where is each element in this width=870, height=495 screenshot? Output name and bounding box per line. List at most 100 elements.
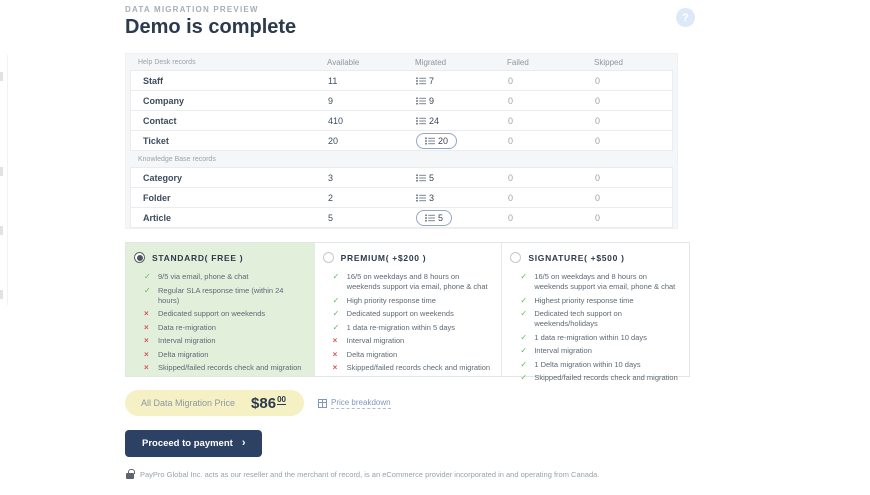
failed-count: 0: [508, 172, 514, 183]
plan-feature: × Delta migration: [144, 350, 306, 360]
feature-text: Dedicated support on weekends: [158, 309, 266, 318]
table-row: Contact 410 24 0 0: [130, 111, 673, 131]
table-row: Staff 11 7 0 0: [130, 71, 673, 91]
migrated-list-icon: [425, 137, 435, 144]
plan-radio[interactable]: [510, 252, 522, 263]
feature-text: Dedicated tech support on weekends/holid…: [534, 309, 622, 328]
migrated-records-link[interactable]: 5: [416, 209, 453, 226]
migrated-records-link[interactable]: 20: [416, 132, 458, 149]
skipped-count: 0: [595, 192, 601, 203]
available-count: 410: [328, 115, 344, 126]
feature-text: Dedicated support on weekends: [346, 309, 454, 318]
migrated-count: 5: [438, 212, 444, 223]
eyebrow-label: DATA MIGRATION PREVIEW: [125, 5, 259, 14]
question-icon: ?: [682, 11, 689, 24]
plan-feature: ✓ Regular SLA response time (within 24 h…: [144, 286, 306, 306]
feature-text: Skipped/failed records check and migrati…: [158, 363, 302, 372]
left-edge-tick: [0, 290, 3, 299]
plan-feature: ✓ High priority response time: [333, 296, 494, 306]
migrated-count: 9: [429, 95, 435, 106]
plan-header[interactable]: SIGNATURE( +$500 ): [510, 252, 681, 263]
feature-text: 1 data re-migration within 5 days: [346, 322, 456, 332]
migrated-count: 3: [429, 192, 435, 203]
plan-name: SIGNATURE( +$500 ): [528, 252, 625, 263]
data-migration-preview-page: DATA MIGRATION PREVIEW Demo is complete …: [0, 0, 870, 495]
table-row: Category 3 5 0 0: [130, 168, 673, 188]
main-content: DATA MIGRATION PREVIEW Demo is complete …: [125, 5, 695, 479]
plan-card: SIGNATURE( +$500 ) ✓ 16/5 on weekdays an…: [501, 243, 689, 382]
feature-text: Regular SLA response time (within 24 hou…: [158, 285, 284, 305]
migrated-records-link[interactable]: 7: [416, 76, 434, 86]
left-edge-tick: [0, 167, 3, 176]
feature-text: Delta migration: [346, 349, 398, 359]
migrated-cell: 20: [416, 132, 508, 150]
record-type-label: Ticket: [143, 135, 169, 146]
price-row: All Data Migration Price $8600 Price bre…: [125, 390, 690, 416]
plan-header[interactable]: STANDARD( FREE ): [134, 252, 306, 263]
price-amount: $8600: [251, 394, 286, 412]
table-row: Article 5 5 0 0: [130, 208, 673, 228]
migrated-cell: 5: [416, 169, 508, 187]
migrated-records-link[interactable]: 3: [416, 193, 434, 203]
cross-icon: ×: [144, 322, 149, 332]
table-row: Folder 2 3 0 0: [130, 188, 673, 208]
chevron-right-icon: ›: [241, 437, 246, 449]
plan-feature: ✓ 1 Delta migration within 10 days: [520, 360, 681, 370]
price-breakdown-link[interactable]: Price breakdown: [317, 397, 391, 409]
plan-feature: ✓ Interval migration: [520, 346, 681, 356]
record-type-label: Contact: [143, 115, 177, 126]
migrated-records-link[interactable]: 9: [416, 96, 434, 106]
plan-feature: × Interval migration: [144, 336, 306, 346]
price-label: All Data Migration Price: [141, 398, 236, 408]
available-count: 9: [328, 95, 334, 106]
feature-text: 1 data re-migration within 10 days: [534, 332, 647, 342]
record-type-label: Article: [143, 212, 172, 223]
available-count: 11: [328, 75, 338, 86]
plan-radio[interactable]: [322, 252, 334, 263]
migrated-count: 20: [438, 135, 449, 146]
migrated-list-icon: [416, 77, 426, 84]
table-section-header: Help Desk records Available Migrated Fai…: [130, 54, 673, 71]
plan-header[interactable]: PREMIUM( +$200 ): [322, 252, 494, 263]
feature-text: 16/5 on weekdays and 8 hours on weekends…: [346, 272, 488, 291]
plan-feature: ✓ Highest priority response time: [520, 296, 681, 306]
check-icon: ✓: [144, 272, 151, 281]
plan-feature: × Delta migration: [333, 350, 494, 360]
table-row: Company 9 9 0 0: [130, 91, 673, 111]
column-header-skipped: Skipped: [594, 57, 623, 67]
feature-text: High priority response time: [346, 295, 436, 305]
cross-icon: ×: [144, 363, 149, 372]
plan-feature: × Interval migration: [333, 336, 494, 346]
failed-count: 0: [508, 75, 514, 86]
available-count: 2: [328, 192, 334, 203]
cross-icon: ×: [332, 349, 338, 359]
feature-text: Highest priority response time: [534, 295, 634, 305]
plan-radio[interactable]: [134, 252, 145, 263]
record-type-label: Staff: [143, 75, 163, 86]
plan-feature: ✓ Skipped/failed records check and migra…: [520, 373, 681, 383]
plan-feature: × Skipped/failed records check and migra…: [144, 363, 306, 373]
migrated-cell: 5: [416, 209, 508, 227]
record-type-label: Category: [143, 172, 183, 183]
plan-card: STANDARD( FREE ) ✓ 9/5 via email, phone …: [126, 243, 314, 376]
feature-text: Interval migration: [158, 336, 216, 345]
feature-text: Interval migration: [346, 336, 405, 345]
feature-text: Skipped/failed records check and migrati…: [534, 373, 678, 382]
plan-name: PREMIUM( +$200 ): [340, 252, 427, 263]
proceed-to-payment-button[interactable]: Proceed to payment ›: [125, 430, 263, 457]
breakdown-grid-icon: [317, 398, 327, 408]
table-section-header: Knowledge Base records: [130, 151, 673, 168]
check-icon: ✓: [332, 272, 340, 281]
plan-feature: ✓ 16/5 on weekdays and 8 hours on weeken…: [333, 272, 494, 292]
proceed-to-payment-label: Proceed to payment: [142, 438, 233, 449]
price-breakdown-label: Price breakdown: [330, 397, 391, 409]
skipped-count: 0: [595, 95, 601, 106]
help-button[interactable]: ?: [676, 8, 695, 27]
failed-count: 0: [508, 192, 514, 203]
skipped-count: 0: [595, 75, 601, 86]
migrated-records-link[interactable]: 24: [416, 116, 439, 126]
migrated-records-link[interactable]: 5: [416, 173, 434, 183]
feature-text: Data re-migration: [158, 322, 216, 332]
failed-count: 0: [508, 95, 514, 106]
available-count: 5: [328, 212, 334, 223]
